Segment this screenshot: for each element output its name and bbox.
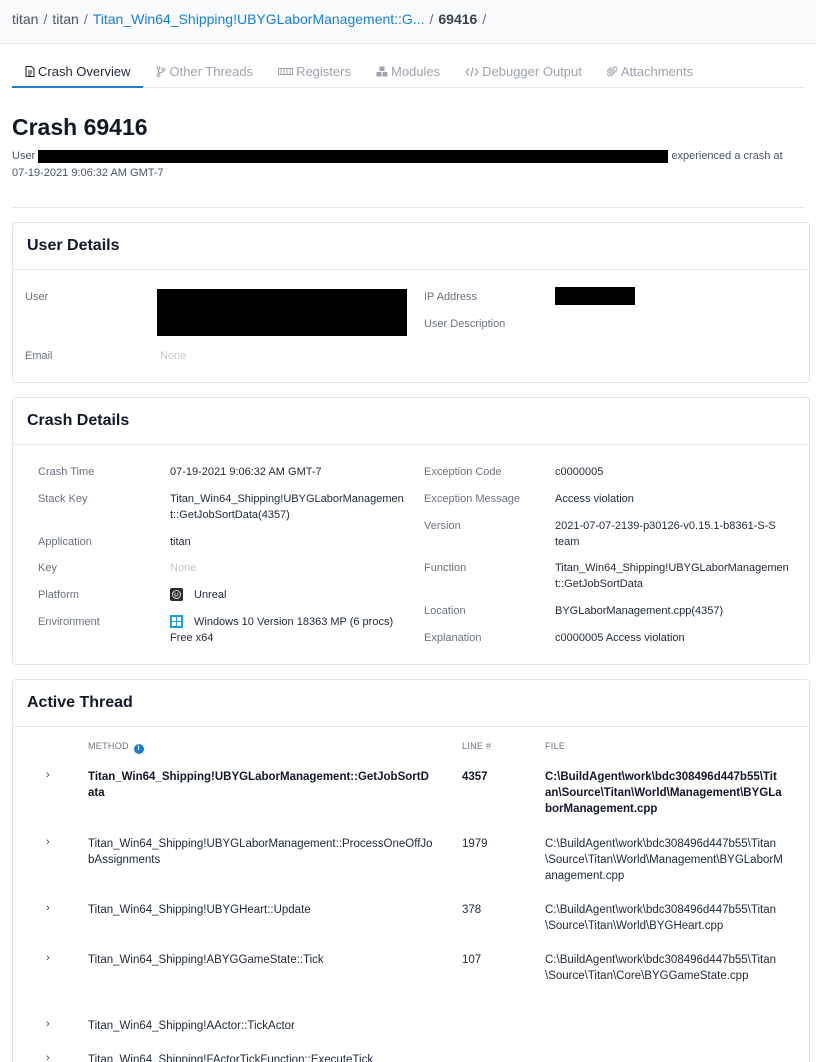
version-value: 2021-07-07-2139-p30126-v0.15.1-b8361-S-S… bbox=[555, 520, 776, 548]
location-label: Location bbox=[424, 605, 466, 617]
frame-line: 4357 bbox=[462, 771, 488, 783]
function-value: Titan_Win64_Shipping!UBYGLaborManagemen … bbox=[555, 562, 789, 590]
tab-crash-overview[interactable]: Crash Overview bbox=[12, 56, 144, 88]
frame-method[interactable]: Titan_Win64_Shipping!AActor::TickActor bbox=[88, 1018, 433, 1034]
branch-icon bbox=[155, 66, 166, 77]
memory-icon bbox=[278, 66, 294, 77]
tab-label: Attachments bbox=[620, 64, 694, 79]
document-icon bbox=[24, 65, 35, 77]
method-column-header: METHOD i bbox=[88, 741, 144, 754]
tab-modules[interactable]: Modules bbox=[364, 56, 453, 87]
exception-message-value: Access violation bbox=[555, 493, 634, 505]
crash-details-heading: Crash Details bbox=[13, 398, 809, 445]
active-thread-card: Active Thread METHOD i LINE # FILE › Tit… bbox=[12, 679, 810, 1062]
email-value: None bbox=[160, 350, 187, 362]
frame-line: 1979 bbox=[462, 838, 488, 850]
key-label: Key bbox=[38, 562, 57, 574]
function-label: Function bbox=[424, 562, 467, 574]
exception-code-value: c0000005 bbox=[555, 466, 604, 478]
expand-row-icon[interactable]: › bbox=[46, 1052, 50, 1062]
user-description-label: User Description bbox=[424, 318, 506, 330]
user-details-heading: User Details bbox=[13, 223, 809, 270]
application-value: titan bbox=[170, 536, 191, 548]
expand-row-icon[interactable]: › bbox=[46, 836, 50, 848]
paperclip-icon bbox=[607, 66, 618, 77]
redacted-user bbox=[38, 149, 669, 163]
file-column-header: FILE bbox=[545, 741, 566, 751]
crash-summary: User experienced a crash at 07-19-2021 9… bbox=[12, 148, 802, 182]
frame-method[interactable]: Titan_Win64_Shipping!ABYGGameState::Tick bbox=[88, 952, 433, 968]
code-icon bbox=[465, 66, 479, 77]
redacted-ip-value bbox=[555, 287, 635, 305]
frame-file: C:\BuildAgent\work\bdc308496d447b55\Tita… bbox=[545, 771, 782, 815]
summary-prefix: User bbox=[12, 150, 36, 162]
environment-label: Environment bbox=[38, 616, 100, 628]
tab-debugger-output[interactable]: Debugger Output bbox=[453, 56, 595, 87]
tab-label: Registers bbox=[296, 64, 351, 79]
platform-label: Platform bbox=[38, 589, 79, 601]
redacted-user-value bbox=[157, 289, 407, 336]
location-value: BYGLaborManagement.cpp(4357) bbox=[555, 605, 724, 617]
method-header-label: METHOD bbox=[88, 741, 129, 751]
tab-other-threads[interactable]: Other Threads bbox=[143, 56, 266, 87]
tab-registers[interactable]: Registers bbox=[266, 56, 364, 87]
expand-row-icon[interactable]: › bbox=[46, 1018, 50, 1030]
tab-attachments[interactable]: Attachments bbox=[595, 56, 706, 87]
breadcrumb-separator: / bbox=[482, 11, 487, 27]
frame-method[interactable]: Titan_Win64_Shipping!FActorTickFunction:… bbox=[88, 1052, 433, 1062]
summary-suffix: experienced a crash at bbox=[671, 150, 783, 162]
line-column-header: LINE # bbox=[462, 741, 492, 751]
breadcrumb-separator: / bbox=[43, 11, 48, 27]
frame-method[interactable]: Titan_Win64_Shipping!UBYGLaborManagement… bbox=[88, 769, 433, 801]
tab-label: Other Threads bbox=[169, 64, 254, 79]
breadcrumb-separator: / bbox=[83, 11, 88, 27]
frame-file: C:\BuildAgent\work\bdc308496d447b55\Tita… bbox=[545, 838, 783, 882]
top-bar: titan / titan / Titan_Win64_Shipping!UBYGLab… bbox=[0, 0, 816, 44]
crash-details-card: Crash Details Crash Time 07-19-2021 9:06… bbox=[12, 397, 810, 665]
breadcrumb-separator: / bbox=[429, 11, 434, 27]
frame-method[interactable]: Titan_Win64_Shipping!UBYGHeart::Update bbox=[88, 902, 433, 918]
expand-row-icon[interactable]: › bbox=[46, 952, 50, 964]
ip-address-label: IP Address bbox=[424, 291, 477, 303]
platform-value: Unreal bbox=[194, 589, 227, 601]
unreal-icon bbox=[170, 588, 183, 601]
page-title: Crash 69416 bbox=[12, 114, 148, 140]
cubes-icon bbox=[376, 66, 388, 77]
tab-label: Debugger Output bbox=[482, 64, 582, 79]
email-label: Email bbox=[25, 350, 53, 362]
tab-label: Crash Overview bbox=[38, 63, 131, 79]
tab-bar: Crash Overview Other Threads Registers M… bbox=[12, 56, 804, 88]
environment-value: Windows 10 Version 18363 MP (6 procs) Fr… bbox=[170, 616, 394, 644]
breadcrumb-project[interactable]: titan bbox=[52, 11, 78, 27]
user-details-card: User Details User Email None IP Address … bbox=[12, 222, 810, 383]
stack-key-value: Titan_Win64_Shipping!UBYGLaborManagemen … bbox=[170, 493, 404, 521]
key-value: None bbox=[170, 562, 197, 574]
frame-line: 378 bbox=[462, 904, 482, 916]
crash-time-value: 07-19-2021 9:06:32 AM GMT-7 bbox=[170, 466, 322, 478]
explanation-value: c0000005 Access violation bbox=[555, 632, 685, 644]
user-label: User bbox=[25, 291, 49, 303]
breadcrumb-crash-id: 69416 bbox=[438, 11, 478, 27]
info-icon[interactable]: i bbox=[133, 744, 144, 754]
exception-message-label: Exception Message bbox=[424, 493, 520, 505]
summary-time: 07-19-2021 9:06:32 AM GMT-7 bbox=[12, 167, 164, 179]
frame-file: C:\BuildAgent\work\bdc308496d447b55\Tita… bbox=[545, 954, 777, 982]
frame-method[interactable]: Titan_Win64_Shipping!UBYGLaborManagement… bbox=[88, 836, 433, 868]
breadcrumb-org[interactable]: titan bbox=[12, 11, 38, 27]
divider bbox=[12, 207, 804, 208]
stack-key-label: Stack Key bbox=[38, 493, 88, 505]
crash-time-label: Crash Time bbox=[38, 466, 95, 478]
frame-line: 107 bbox=[462, 954, 482, 966]
breadcrumb-group[interactable]: Titan_Win64_Shipping!UBYGLaborManagement… bbox=[93, 11, 425, 27]
tab-label: Modules bbox=[390, 64, 441, 79]
expand-row-icon[interactable]: › bbox=[46, 902, 50, 914]
exception-code-label: Exception Code bbox=[424, 466, 502, 478]
version-label: Version bbox=[424, 520, 461, 532]
explanation-label: Explanation bbox=[424, 632, 482, 644]
active-thread-heading: Active Thread bbox=[13, 680, 809, 727]
expand-row-icon[interactable]: › bbox=[46, 769, 50, 781]
application-label: Application bbox=[38, 536, 92, 548]
frame-file: C:\BuildAgent\work\bdc308496d447b55\Tita… bbox=[545, 904, 777, 932]
breadcrumb: titan / titan / Titan_Win64_Shipping!UBYGLab… bbox=[12, 11, 491, 27]
